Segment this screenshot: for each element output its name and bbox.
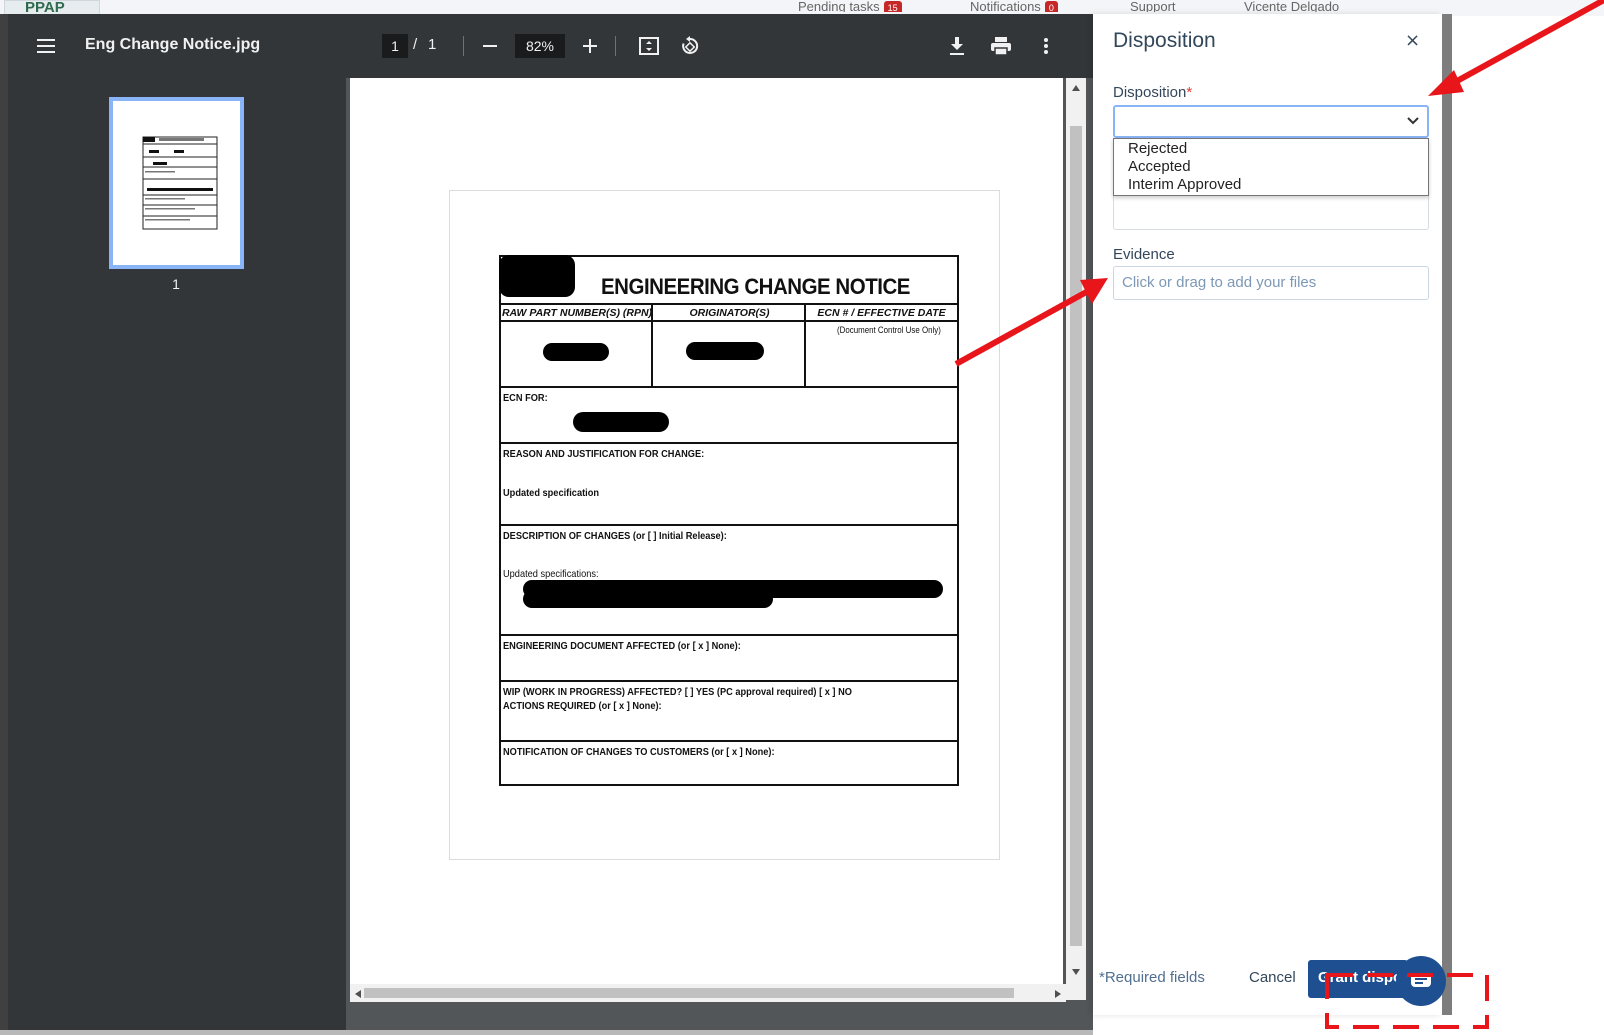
page-separator: / [413, 36, 418, 53]
ecn-title-row: ENGINEERING CHANGE NOTICE [499, 255, 957, 305]
grant-disposition-button[interactable]: Grant disposition [1308, 960, 1408, 998]
background-edge-bottom [0, 1030, 1093, 1035]
column-originator: ORIGINATOR(S) [653, 305, 806, 322]
notify-row: NOTIFICATION OF CHANGES TO CUSTOMERS (or… [501, 742, 957, 784]
pending-tasks-link[interactable]: Pending tasks 15 [798, 0, 902, 12]
option-accepted[interactable]: Accepted [1128, 158, 1191, 175]
evidence-file-drop[interactable]: Click or drag to add your files [1113, 266, 1429, 300]
plus-icon[interactable] [578, 34, 602, 58]
redaction-rpn [543, 343, 609, 361]
notifications-link[interactable]: Notifications 0 [970, 0, 1058, 12]
option-interim-approved[interactable]: Interim Approved [1128, 176, 1241, 193]
actions-label: ACTIONS REQUIRED (or [ x ] None): [503, 700, 662, 712]
wip-label: WIP (WORK IN PROGRESS) AFFECTED? [ ] YES… [503, 686, 852, 698]
redaction-ecn-for [573, 412, 669, 432]
description-label: DESCRIPTION OF CHANGES (or [ ] Initial R… [503, 530, 727, 542]
ecn-doc-control-note: (Document Control Use Only) [837, 325, 941, 335]
ecn-for-label: ECN FOR: [503, 392, 548, 404]
chat-icon[interactable] [1396, 956, 1446, 1006]
notify-label: NOTIFICATION OF CHANGES TO CUSTOMERS (or… [503, 746, 775, 758]
close-icon[interactable]: × [1405, 30, 1420, 51]
user-name[interactable]: Vicente Delgado [1244, 0, 1339, 12]
toolbar-divider [463, 36, 464, 56]
thumbnail-page-number: 1 [172, 276, 180, 292]
horizontal-scrollbar[interactable] [350, 984, 1066, 1002]
column-rpn: RAW PART NUMBER(S) (RPN) [501, 305, 653, 322]
page-thumbnail[interactable] [109, 97, 244, 269]
document-canvas: ENGINEERING CHANGE NOTICE RAW PART NUMBE… [350, 78, 1063, 1000]
zoom-input[interactable]: 82% [515, 34, 565, 58]
scroll-right-icon[interactable] [1054, 989, 1062, 999]
covered-field[interactable] [1113, 196, 1429, 230]
screen: { "background_app": { "logo": "PPAP", "p… [0, 0, 1604, 1035]
fit-page-icon[interactable] [637, 34, 661, 58]
document-page: ENGINEERING CHANGE NOTICE RAW PART NUMBE… [449, 190, 1000, 860]
more-vert-icon[interactable] [1034, 34, 1058, 58]
background-edge [0, 14, 8, 1035]
thumbnail-sidebar: 1 [8, 78, 346, 1030]
reason-value: Updated specification [503, 487, 600, 499]
cancel-button[interactable]: Cancel [1249, 969, 1296, 986]
rotate-icon[interactable] [678, 34, 702, 58]
ecn-for-row: ECN FOR: [501, 388, 957, 444]
reason-row: REASON AND JUSTIFICATION FOR CHANGE: Upd… [501, 444, 957, 526]
document-title: Eng Change Notice.jpg [85, 36, 261, 53]
vertical-scrollbar[interactable] [1066, 78, 1086, 1000]
dialog-title: Disposition [1113, 29, 1216, 52]
disposition-label: Disposition* [1113, 84, 1193, 101]
toolbar-divider [615, 36, 616, 56]
ecn-header-row: RAW PART NUMBER(S) (RPN) ORIGINATOR(S) E… [501, 305, 957, 388]
support-link[interactable]: Support [1130, 0, 1176, 12]
eng-doc-row: ENGINEERING DOCUMENT AFFECTED (or [ x ] … [501, 636, 957, 682]
minus-icon[interactable] [478, 34, 502, 58]
pdf-viewer: Eng Change Notice.jpg 1 / 1 82% 1 ENGINE… [8, 14, 1093, 1030]
page-number-input[interactable]: 1 [382, 34, 408, 58]
scroll-down-icon[interactable] [1071, 968, 1081, 976]
redaction-logo [499, 255, 575, 297]
redaction-description [523, 590, 773, 608]
vertical-scroll-thumb[interactable] [1070, 126, 1082, 946]
wip-row: WIP (WORK IN PROGRESS) AFFECTED? [ ] YES… [501, 682, 957, 742]
ecn-title: ENGINEERING CHANGE NOTICE [601, 274, 910, 299]
reason-label: REASON AND JUSTIFICATION FOR CHANGE: [503, 448, 705, 460]
chevron-down-icon[interactable] [1407, 116, 1419, 126]
viewer-toolbar: Eng Change Notice.jpg 1 / 1 82% [8, 14, 1093, 78]
required-mark: * [1186, 84, 1193, 101]
eng-doc-label: ENGINEERING DOCUMENT AFFECTED (or [ x ] … [503, 640, 741, 652]
dialog-footer: *Required fields Cancel Grant dispositio… [1093, 949, 1442, 1009]
description-row: DESCRIPTION OF CHANGES (or [ ] Initial R… [501, 526, 957, 636]
disposition-select[interactable] [1113, 105, 1429, 138]
column-ecn-date: ECN # / EFFECTIVE DATE [806, 305, 957, 322]
option-rejected[interactable]: Rejected [1128, 140, 1187, 157]
scroll-up-icon[interactable] [1071, 84, 1081, 92]
print-icon[interactable] [989, 34, 1013, 58]
horizontal-scroll-thumb[interactable] [364, 988, 1014, 998]
ecn-form: ENGINEERING CHANGE NOTICE RAW PART NUMBE… [499, 255, 959, 786]
disposition-options: Rejected Accepted Interim Approved [1113, 138, 1429, 196]
download-icon[interactable] [945, 34, 969, 58]
required-fields-note: *Required fields [1099, 969, 1205, 986]
scroll-left-icon[interactable] [354, 989, 362, 999]
column-divider [651, 305, 653, 386]
redaction-originator [686, 342, 764, 360]
evidence-label: Evidence [1113, 246, 1175, 263]
description-value: Updated specifications: [503, 568, 599, 580]
disposition-dialog: Disposition × Disposition* Rejected Acce… [1093, 14, 1442, 1015]
background-edge-right [1442, 14, 1452, 1015]
menu-icon[interactable] [34, 34, 58, 58]
column-divider [804, 305, 806, 386]
page-total: 1 [428, 36, 437, 53]
